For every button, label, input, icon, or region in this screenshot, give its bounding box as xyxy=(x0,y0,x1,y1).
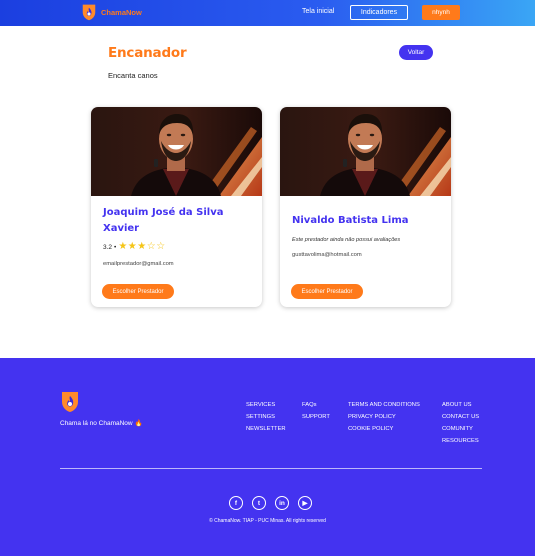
footer-column: TERMS AND CONDITIONS PRIVACY POLICY COOK… xyxy=(348,399,420,435)
star-filled-icon: ★ xyxy=(118,241,128,252)
social-links: f t in ▶ xyxy=(229,496,321,510)
footer-link[interactable]: SERVICES xyxy=(246,399,286,411)
footer-link[interactable]: CONTACT US xyxy=(442,411,479,423)
footer-column: ABOUT US CONTACT US COMUNITY RESOURCES xyxy=(442,399,479,447)
footer-tagline-text: Chama lá no ChamaNow xyxy=(60,420,133,427)
top-navbar: ChamaNow Tela inicial Indicadores nhynh xyxy=(0,0,535,26)
provider-email: gusttavolima@hotmail.com xyxy=(292,252,362,258)
flame-shield-icon xyxy=(62,392,78,412)
star-filled-icon: ★ xyxy=(137,241,147,252)
provider-photo xyxy=(91,107,262,196)
provider-email: emailprestador@gmail.com xyxy=(103,261,174,267)
home-link[interactable]: Tela inicial xyxy=(302,8,334,15)
footer-link[interactable]: SETTINGS xyxy=(246,411,286,423)
no-rating-text: Este prestador ainda não possui avaliaçõ… xyxy=(292,237,401,243)
footer-tagline: Chama lá no ChamaNow 🔥 xyxy=(60,419,143,427)
provider-rating: 3.2 • ★ ★ ★ ☆ ☆ xyxy=(103,242,166,252)
footer-link[interactable]: ABOUT US xyxy=(442,399,479,411)
choose-provider-button[interactable]: Escolher Prestador xyxy=(102,284,174,299)
footer-column: SERVICES SETTINGS NEWSLETTER xyxy=(246,399,286,435)
footer-link[interactable]: SUPPORT xyxy=(302,411,330,423)
rating-separator: • xyxy=(114,243,117,251)
footer: Chama lá no ChamaNow 🔥 SERVICES SETTINGS… xyxy=(0,358,535,556)
page-title: Encanador xyxy=(108,45,187,61)
facebook-icon[interactable]: f xyxy=(229,496,243,510)
user-button[interactable]: nhynh xyxy=(422,5,460,20)
brand-name: ChamaNow xyxy=(101,7,142,17)
rating-value: 3.2 xyxy=(103,243,113,251)
flame-icon: 🔥 xyxy=(134,420,143,427)
provider-name: Joaquim José da Silva Xavier xyxy=(103,207,224,234)
brand[interactable]: ChamaNow xyxy=(81,3,142,21)
footer-divider xyxy=(60,468,482,469)
back-button[interactable]: Voltar xyxy=(399,45,433,60)
youtube-icon[interactable]: ▶ xyxy=(298,496,312,510)
copyright-text: © ChamaNow. TIAP - PUC Minas. All rights… xyxy=(209,518,326,524)
footer-link[interactable]: COMUNITY xyxy=(442,423,479,435)
footer-link[interactable]: RESOURCES xyxy=(442,435,479,447)
twitter-icon[interactable]: t xyxy=(252,496,266,510)
footer-column: FAQs SUPPORT xyxy=(302,399,330,423)
footer-link[interactable]: PRIVACY POLICY xyxy=(348,411,420,423)
footer-link[interactable]: FAQs xyxy=(302,399,330,411)
provider-photo xyxy=(280,107,451,196)
footer-link[interactable]: COOKIE POLICY xyxy=(348,423,420,435)
star-empty-icon: ☆ xyxy=(156,241,166,252)
footer-link[interactable]: TERMS AND CONDITIONS xyxy=(348,399,420,411)
star-filled-icon: ★ xyxy=(127,241,137,252)
flame-shield-icon xyxy=(82,4,96,21)
page-subtitle: Encanta canos xyxy=(108,71,158,80)
choose-provider-button[interactable]: Escolher Prestador xyxy=(291,284,363,299)
provider-card: Nivaldo Batista Lima Este prestador aind… xyxy=(280,107,451,307)
star-empty-icon: ☆ xyxy=(146,241,156,252)
footer-link[interactable]: NEWSLETTER xyxy=(246,423,286,435)
provider-name: Nivaldo Batista Lima xyxy=(292,215,409,226)
linkedin-icon[interactable]: in xyxy=(275,496,289,510)
indicators-button[interactable]: Indicadores xyxy=(350,5,408,20)
provider-card: Joaquim José da Silva Xavier 3.2 • ★ ★ ★… xyxy=(91,107,262,307)
